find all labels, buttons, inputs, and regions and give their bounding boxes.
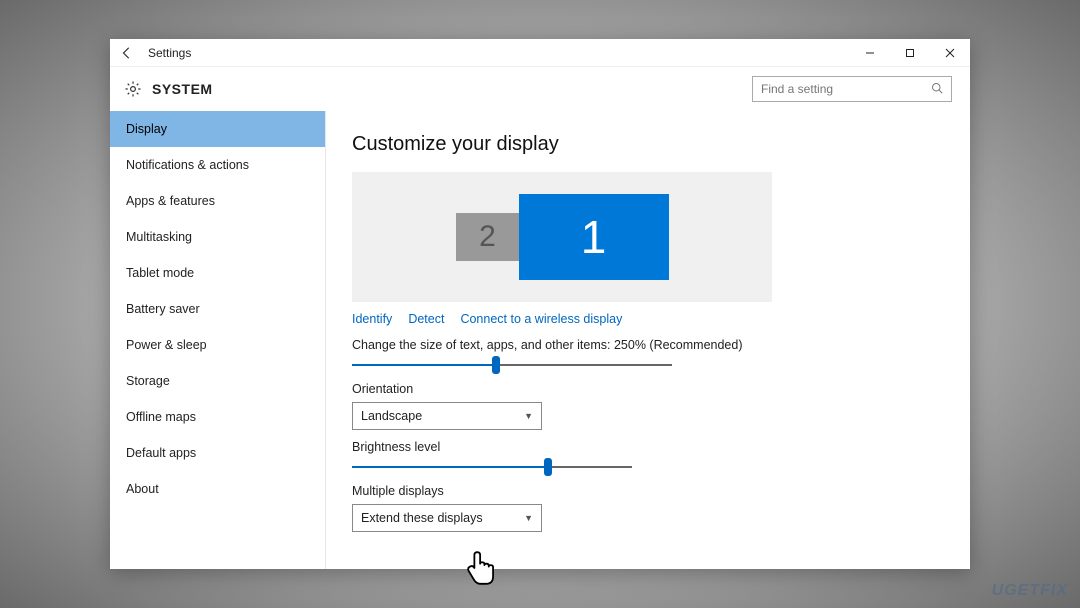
display-links: Identify Detect Connect to a wireless di… (352, 312, 944, 326)
sidebar-item-label: Tablet mode (126, 266, 194, 280)
sidebar-item-power-sleep[interactable]: Power & sleep (110, 327, 325, 363)
app-name: Settings (148, 46, 191, 60)
scale-label: Change the size of text, apps, and other… (352, 338, 944, 352)
slider-thumb[interactable] (544, 458, 552, 476)
content-area: Customize your display 2 1 Identify Dete… (326, 111, 970, 569)
monitor-label: 2 (479, 220, 496, 254)
maximize-button[interactable] (890, 39, 930, 67)
wireless-display-link[interactable]: Connect to a wireless display (460, 312, 622, 326)
sidebar-item-tablet-mode[interactable]: Tablet mode (110, 255, 325, 291)
body: Display Notifications & actions Apps & f… (110, 111, 970, 569)
sidebar-item-default-apps[interactable]: Default apps (110, 435, 325, 471)
sidebar-item-label: About (126, 482, 159, 496)
header: SYSTEM (110, 67, 970, 111)
search-box[interactable] (752, 76, 952, 102)
sidebar-item-label: Storage (126, 374, 170, 388)
sidebar: Display Notifications & actions Apps & f… (110, 111, 326, 569)
slider-fill (352, 466, 548, 468)
scale-slider[interactable] (352, 358, 672, 372)
back-button[interactable] (120, 46, 134, 60)
brightness-label: Brightness level (352, 440, 944, 454)
multiple-displays-label: Multiple displays (352, 484, 944, 498)
sidebar-item-label: Offline maps (126, 410, 196, 424)
brightness-slider[interactable] (352, 460, 632, 474)
sidebar-item-label: Display (126, 122, 167, 136)
sidebar-item-battery-saver[interactable]: Battery saver (110, 291, 325, 327)
minimize-button[interactable] (850, 39, 890, 67)
close-button[interactable] (930, 39, 970, 67)
slider-thumb[interactable] (492, 356, 500, 374)
watermark: UGETFIX (992, 582, 1068, 600)
sidebar-item-label: Default apps (126, 446, 196, 460)
monitor-arrangement[interactable]: 2 1 (352, 172, 772, 302)
sidebar-item-notifications[interactable]: Notifications & actions (110, 147, 325, 183)
page-title: Customize your display (352, 133, 944, 156)
sidebar-item-label: Apps & features (126, 194, 215, 208)
orientation-label: Orientation (352, 382, 944, 396)
sidebar-item-label: Notifications & actions (126, 158, 249, 172)
detect-link[interactable]: Detect (408, 312, 444, 326)
gear-icon (124, 80, 142, 98)
search-icon (931, 82, 943, 97)
titlebar: Settings (110, 39, 970, 67)
chevron-down-icon: ▼ (524, 513, 533, 523)
monitor-secondary[interactable]: 2 (456, 213, 520, 261)
monitor-primary[interactable]: 1 (519, 194, 669, 280)
dropdown-value: Landscape (361, 409, 422, 423)
orientation-dropdown[interactable]: Landscape ▼ (352, 402, 542, 430)
settings-window: Settings SYSTEM (110, 39, 970, 569)
sidebar-item-label: Power & sleep (126, 338, 207, 352)
dropdown-value: Extend these displays (361, 511, 483, 525)
sidebar-item-about[interactable]: About (110, 471, 325, 507)
identify-link[interactable]: Identify (352, 312, 392, 326)
sidebar-item-label: Multitasking (126, 230, 192, 244)
slider-fill (352, 364, 496, 366)
section-title: SYSTEM (152, 81, 213, 97)
sidebar-item-display[interactable]: Display (110, 111, 325, 147)
chevron-down-icon: ▼ (524, 411, 533, 421)
sidebar-item-storage[interactable]: Storage (110, 363, 325, 399)
sidebar-item-multitasking[interactable]: Multitasking (110, 219, 325, 255)
search-input[interactable] (761, 82, 921, 96)
header-left: SYSTEM (124, 80, 213, 98)
window-controls (850, 39, 970, 67)
sidebar-item-offline-maps[interactable]: Offline maps (110, 399, 325, 435)
sidebar-item-label: Battery saver (126, 302, 200, 316)
sidebar-item-apps-features[interactable]: Apps & features (110, 183, 325, 219)
monitor-label: 1 (581, 210, 607, 264)
multiple-displays-dropdown[interactable]: Extend these displays ▼ (352, 504, 542, 532)
titlebar-left: Settings (120, 46, 191, 60)
